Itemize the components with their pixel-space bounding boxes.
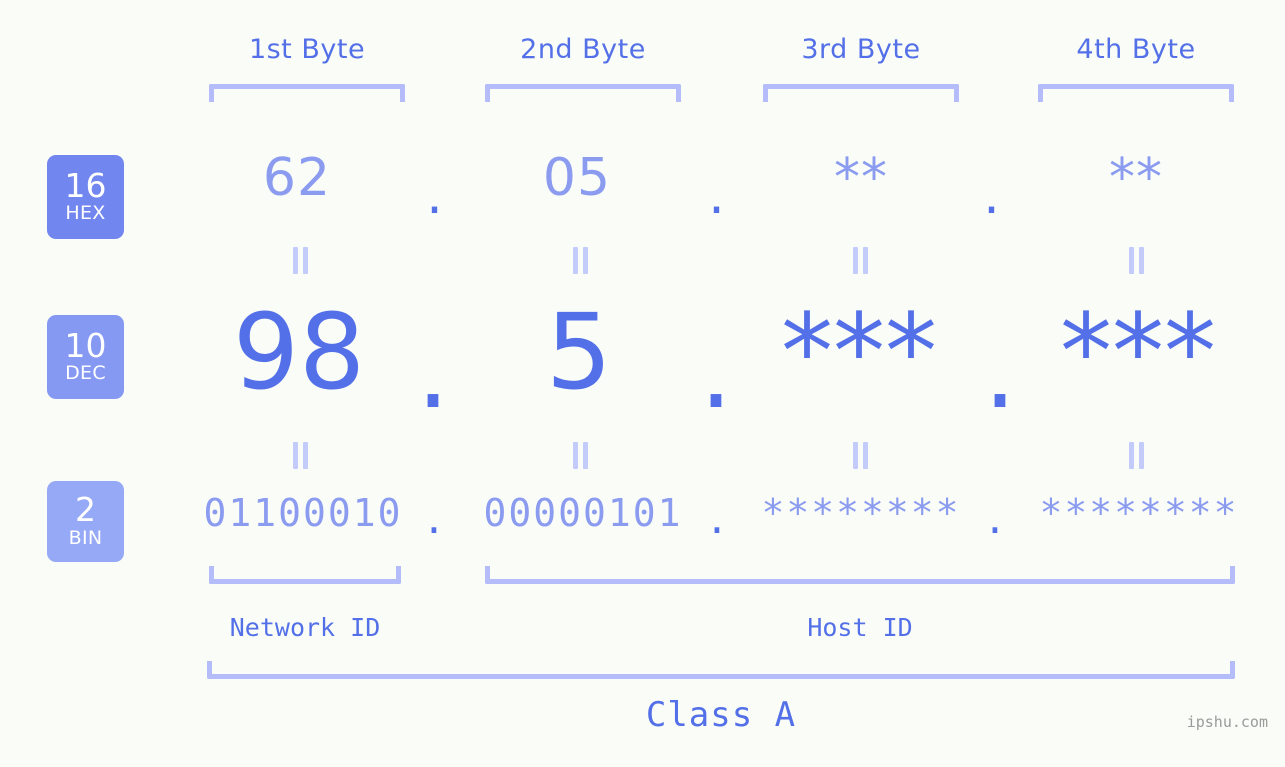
hex-byte-4: ** [1109, 148, 1163, 208]
network-id-label: Network ID [229, 613, 381, 642]
hex-byte-1: 62 [262, 148, 332, 208]
bin-byte-1: 01100010 [203, 491, 403, 535]
equals-icon-dec-bin-3 [851, 442, 870, 469]
base-badge-dec: 10 DEC [47, 315, 124, 399]
base-badge-bin-system: BIN [68, 526, 103, 549]
host-id-label: Host ID [807, 613, 913, 642]
equals-icon-hex-dec-4 [1127, 247, 1146, 274]
base-badge-bin: 2 BIN [47, 481, 124, 562]
bin-byte-4: ******** [1039, 491, 1239, 535]
dec-byte-1: 98 [232, 291, 366, 413]
equals-icon-dec-bin-2 [571, 442, 590, 469]
equals-icon-hex-dec-3 [851, 247, 870, 274]
address-class-label: Class A [645, 695, 797, 735]
hex-separator-2: . [708, 166, 726, 226]
byte-header-1: 1st Byte [248, 34, 366, 65]
dec-separator-3: . [983, 310, 1017, 432]
hex-separator-3: . [983, 166, 1001, 226]
bin-separator-3: . [983, 498, 1009, 542]
equals-icon-hex-dec-2 [571, 247, 590, 274]
dec-separator-2: . [699, 310, 733, 432]
byte-header-2: 2nd Byte [520, 34, 646, 65]
byte-bracket-top-2 [485, 84, 681, 102]
base-badge-hex: 16 HEX [47, 155, 124, 239]
dec-separator-1: . [416, 310, 450, 432]
equals-icon-dec-bin-1 [291, 442, 310, 469]
byte-bracket-top-4 [1038, 84, 1234, 102]
address-class-bracket [207, 661, 1235, 679]
base-badge-dec-number: 10 [64, 325, 107, 365]
bin-byte-2: 00000101 [483, 491, 683, 535]
hex-byte-2: 05 [542, 148, 612, 208]
equals-icon-dec-bin-4 [1127, 442, 1146, 469]
ip-byte-breakdown-diagram: 1st Byte 2nd Byte 3rd Byte 4th Byte 16 H… [0, 0, 1285, 767]
network-id-bracket [209, 566, 401, 584]
dec-byte-2: 5 [545, 291, 613, 413]
byte-header-3: 3rd Byte [801, 34, 921, 65]
site-watermark: ipshu.com [1186, 713, 1268, 731]
base-badge-dec-system: DEC [65, 362, 106, 385]
host-id-bracket [485, 566, 1235, 584]
byte-bracket-top-1 [209, 84, 405, 102]
hex-byte-3: ** [834, 148, 888, 208]
base-badge-hex-number: 16 [64, 165, 107, 205]
byte-header-4: 4th Byte [1076, 34, 1196, 65]
bin-separator-2: . [705, 498, 731, 542]
byte-bracket-top-3 [763, 84, 959, 102]
dec-byte-3: *** [781, 291, 937, 413]
base-badge-hex-system: HEX [65, 202, 106, 225]
hex-separator-1: . [426, 166, 444, 226]
bin-separator-1: . [422, 498, 448, 542]
bin-byte-3: ******** [761, 491, 961, 535]
dec-byte-4: *** [1060, 291, 1216, 413]
equals-icon-hex-dec-1 [291, 247, 310, 274]
base-badge-bin-number: 2 [75, 490, 96, 530]
